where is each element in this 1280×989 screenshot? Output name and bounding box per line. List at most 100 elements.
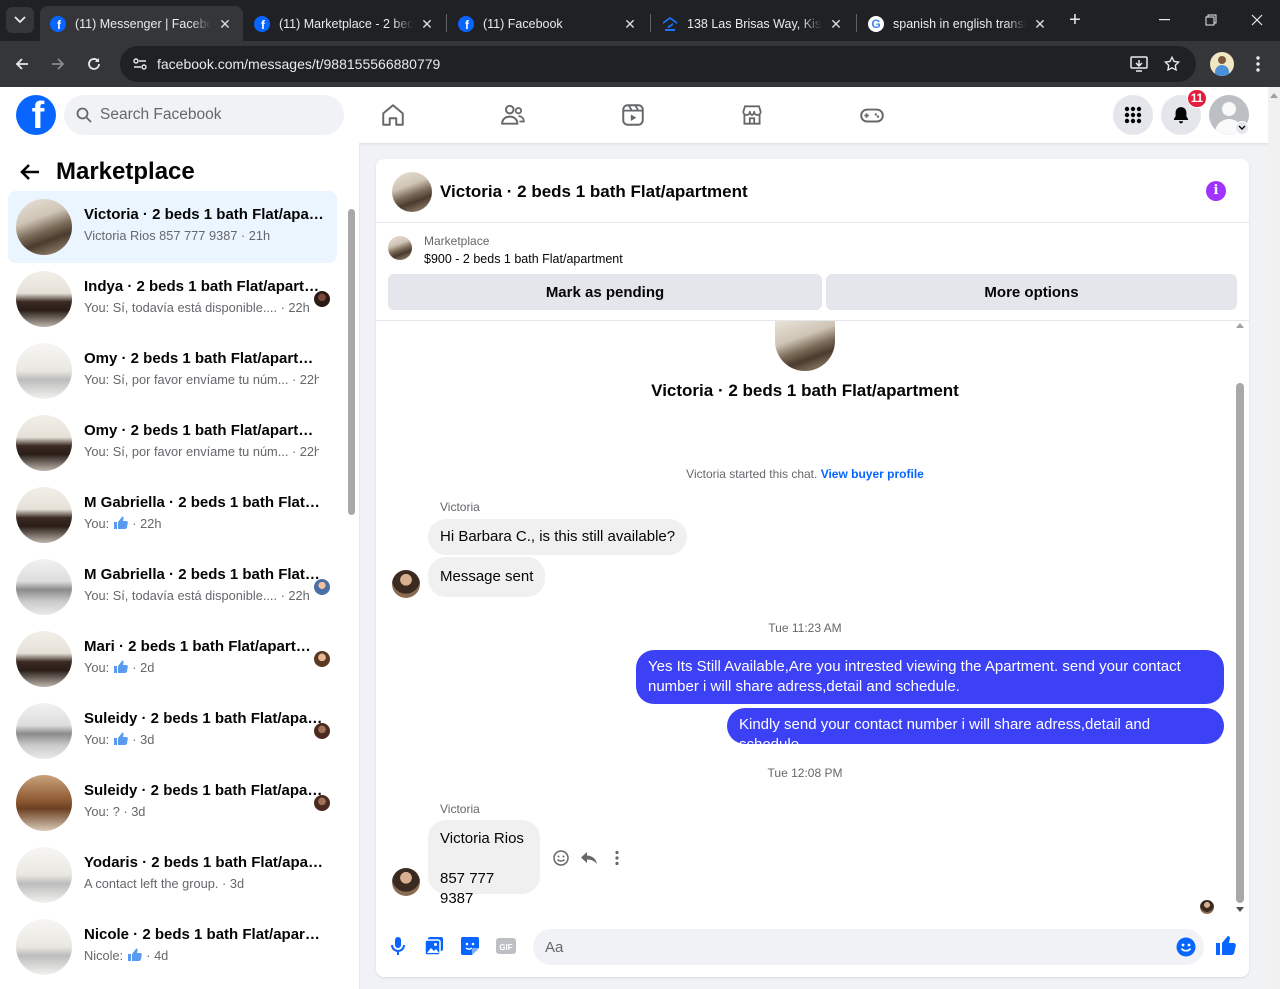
conversation-item[interactable]: Indya · 2 beds 1 bath Flat/apartment You… — [8, 263, 337, 335]
facebook-logo[interactable]: f — [16, 95, 56, 135]
nav-friends[interactable] — [499, 101, 527, 129]
thumbs-up-icon — [127, 948, 142, 961]
url-text[interactable]: facebook.com/messages/t/988155566880779 — [157, 56, 440, 72]
sender-avatar[interactable] — [392, 868, 420, 896]
scroll-down-arrow-icon[interactable] — [1236, 907, 1244, 912]
restore-window-button[interactable] — [1196, 8, 1226, 32]
back-arrow-icon[interactable] — [20, 163, 40, 181]
message-actions — [552, 849, 626, 867]
mark-as-pending-button[interactable]: Mark as pending — [388, 274, 822, 310]
message-input[interactable] — [545, 929, 1145, 965]
menu-button[interactable] — [1113, 95, 1153, 135]
attach-photo-button[interactable] — [422, 934, 446, 958]
nav-watch[interactable] — [619, 101, 647, 129]
conversation-preview: You: Sí, por favor envíame tu núm... · 2… — [84, 444, 319, 459]
new-tab-button[interactable]: + — [1064, 10, 1086, 32]
conversation-preview: A contact left the group. · 3d — [84, 876, 245, 891]
browser-tab-messenger[interactable]: f (11) Messenger | Facebook ✕ — [40, 6, 243, 41]
gif-button[interactable]: GIF — [494, 934, 518, 958]
reload-button[interactable] — [81, 51, 107, 77]
chat-avatar[interactable] — [392, 172, 432, 212]
outgoing-message[interactable]: Yes Its Still Available,Are you intreste… — [636, 650, 1224, 704]
close-tab-icon[interactable]: ✕ — [828, 16, 844, 32]
restore-icon — [1205, 14, 1217, 26]
bookmark-star-icon[interactable] — [1163, 55, 1181, 73]
browser-tab-google[interactable]: G spanish in english translate ✕ — [858, 6, 1058, 41]
view-buyer-profile-link[interactable]: View buyer profile — [821, 467, 924, 481]
incoming-message[interactable]: Hi Barbara C., is this still available? — [428, 519, 688, 555]
sticker-button[interactable] — [458, 934, 482, 958]
site-settings-icon[interactable] — [132, 56, 148, 72]
conversation-info-button[interactable]: i — [1206, 181, 1226, 201]
conversation-item[interactable]: Yodaris · 2 beds 1 bath Flat/apartment A… — [8, 839, 337, 911]
conversation-name: Yodaris · 2 beds 1 bath Flat/apartment — [84, 854, 324, 871]
address-bar[interactable]: facebook.com/messages/t/988155566880779 — [120, 46, 1196, 82]
emoji-icon[interactable] — [1176, 937, 1196, 957]
browser-tab-marketplace[interactable]: f (11) Marketplace - 2 beds ✕ — [244, 6, 445, 41]
scroll-up-arrow-icon[interactable] — [1236, 323, 1244, 328]
incoming-message[interactable]: Message sent — [428, 557, 546, 597]
conversation-item[interactable]: Omy · 2 beds 1 bath Flat/apartment You: … — [8, 407, 337, 479]
read-receipt-avatar — [314, 795, 330, 811]
back-button[interactable] — [9, 51, 35, 77]
nav-marketplace[interactable] — [738, 101, 766, 129]
chat-started-notice: Victoria started this chat. View buyer p… — [376, 467, 1234, 481]
conversation-item[interactable]: M Gabriella · 2 beds 1 bath Flat/apartme… — [8, 551, 337, 623]
conversation-list-scrollbar[interactable] — [345, 201, 357, 989]
conversation-item[interactable]: Nicole · 2 beds 1 bath Flat/apartment Ni… — [8, 911, 337, 983]
browser-tab-facebook[interactable]: f (11) Facebook ✕ — [448, 6, 648, 41]
facebook-f-icon: f — [31, 95, 45, 135]
conversation-preview: You: Sí, todavía está disponible.... · 2… — [84, 588, 310, 603]
browser-tab-zillow[interactable]: 138 Las Brisas Way, Kissimmee ✕ — [652, 6, 854, 41]
message-input-container[interactable] — [533, 929, 1204, 965]
close-tab-icon[interactable]: ✕ — [419, 16, 435, 32]
minimize-window-button[interactable] — [1150, 8, 1180, 32]
conversation-item[interactable]: Omy · 2 beds 1 bath Flat/apartment You: … — [8, 335, 337, 407]
scrollbar-thumb[interactable] — [1236, 383, 1244, 903]
close-tab-icon[interactable]: ✕ — [1032, 16, 1048, 32]
conversation-item[interactable]: M Gabriella · 2 beds 1 bath Flat/apartme… — [8, 479, 337, 551]
react-emoji-icon[interactable] — [552, 849, 570, 867]
conversation-item[interactable]: Suleidy · 2 beds 1 bath Flat/apartment Y… — [8, 767, 337, 839]
close-tab-icon[interactable]: ✕ — [622, 16, 638, 32]
home-icon — [382, 104, 404, 126]
preview-time: · 22h — [132, 516, 162, 531]
browser-profile-avatar[interactable] — [1210, 52, 1234, 76]
sender-avatar[interactable] — [392, 570, 420, 598]
sidebar-header: Marketplace — [20, 157, 195, 187]
listing-banner: Marketplace $900 - 2 beds 1 bath Flat/ap… — [376, 223, 1249, 321]
search-input[interactable] — [100, 95, 330, 135]
listing-price[interactable]: $900 - 2 beds 1 bath Flat/apartment — [424, 252, 623, 266]
more-options-button[interactable]: More options — [826, 274, 1237, 310]
scrollbar-thumb[interactable] — [348, 209, 355, 515]
chevron-down-icon — [1238, 125, 1246, 130]
reply-icon[interactable] — [580, 849, 598, 867]
conversation-preview: You: Sí, todavía está disponible.... · 2… — [84, 300, 310, 315]
conversation-item[interactable]: Mari · 2 beds 1 bath Flat/apartment You:… — [8, 623, 337, 695]
conversation-item[interactable]: Victoria · 2 beds 1 bath Flat/apartment … — [8, 191, 337, 263]
conversation-item[interactable]: Suleidy · 2 beds 1 bath Flat/apartment Y… — [8, 695, 337, 767]
incoming-message[interactable]: Victoria Rios 857 777 9387 — [428, 820, 540, 907]
voice-clip-button[interactable] — [386, 934, 410, 958]
close-window-button[interactable] — [1242, 8, 1272, 32]
chat-title[interactable]: Victoria · 2 beds 1 bath Flat/apartment — [440, 182, 748, 202]
browser-menu-button[interactable] — [1250, 53, 1266, 75]
nav-gaming[interactable] — [858, 101, 886, 129]
forward-button[interactable] — [45, 51, 71, 77]
sticker-icon — [461, 937, 479, 955]
conversation-intro-title: Victoria · 2 beds 1 bath Flat/apartment — [651, 381, 959, 400]
nav-home[interactable] — [379, 101, 407, 129]
outgoing-message[interactable]: Kindly send your contact number i will s… — [727, 708, 1224, 753]
message-list-scrollbar[interactable] — [1234, 321, 1246, 915]
tab-search-button[interactable] — [6, 7, 34, 33]
close-tab-icon[interactable]: ✕ — [217, 16, 233, 32]
facebook-search[interactable] — [64, 95, 344, 135]
listing-thumbnail — [16, 631, 72, 687]
install-app-icon[interactable] — [1130, 55, 1148, 73]
scroll-up-arrow-icon[interactable] — [1270, 93, 1278, 98]
more-vertical-icon[interactable] — [608, 849, 626, 867]
account-menu-caret[interactable] — [1235, 121, 1249, 135]
send-like-button[interactable] — [1214, 933, 1238, 962]
page-scrollbar[interactable] — [1268, 87, 1280, 989]
read-receipt-avatar — [314, 579, 330, 595]
